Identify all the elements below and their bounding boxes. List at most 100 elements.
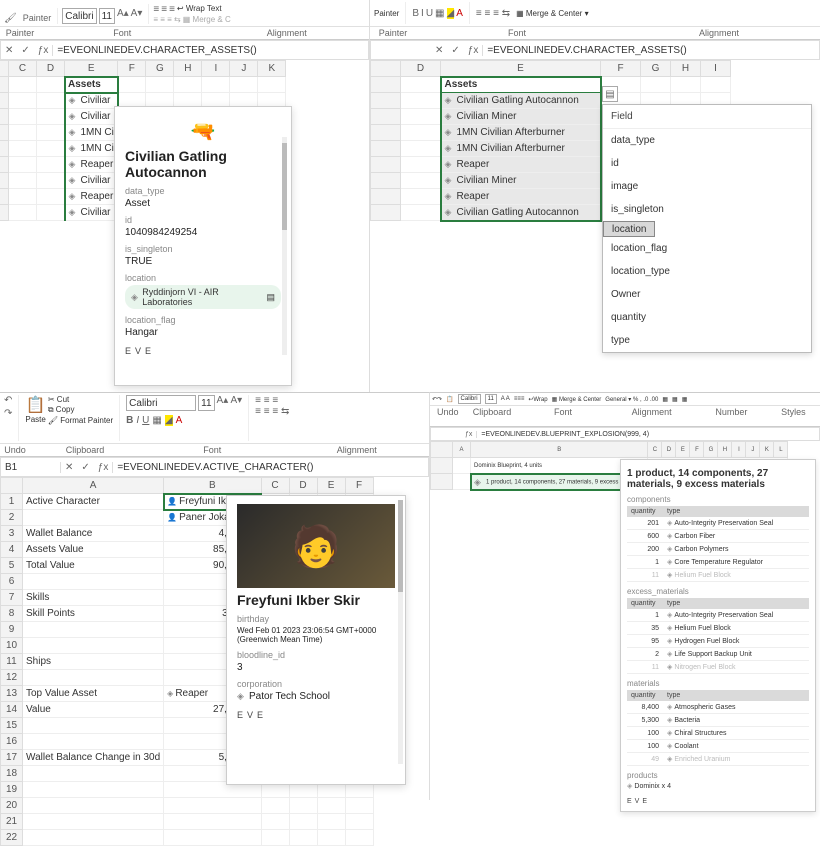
underline-icon[interactable]: U — [426, 8, 433, 19]
asset-cell[interactable]: Reaper — [441, 157, 601, 173]
asset-cell[interactable]: Civilian Miner — [441, 109, 601, 125]
cell-b[interactable] — [164, 814, 261, 830]
font-size-select[interactable]: 11 — [198, 395, 214, 411]
asset-cell[interactable]: 1MN Ci — [65, 141, 118, 157]
val-location-badge[interactable]: Ryddinjorn VI - AIR Laboratories ▤ — [125, 285, 281, 309]
italic-icon[interactable]: I — [421, 8, 424, 19]
fill-color-icon[interactable]: ◢ — [447, 8, 455, 19]
copy-button[interactable]: ⧉ Copy — [48, 405, 113, 415]
font-name-select[interactable]: Calibri — [126, 395, 196, 411]
field-item-is_singleton[interactable]: is_singleton — [603, 198, 811, 221]
italic-icon[interactable]: I — [136, 415, 139, 426]
cancel-icon[interactable]: ✕ — [1, 45, 17, 56]
font-name-select[interactable]: Calibri — [458, 394, 481, 404]
val-corp[interactable]: Pator Tech School — [249, 691, 330, 702]
cell-b[interactable] — [164, 830, 261, 846]
asset-cell[interactable]: Reaper — [65, 157, 118, 173]
field-item-data_type[interactable]: data_type — [603, 129, 811, 152]
name-box[interactable]: B1 — [1, 462, 61, 473]
cell-a[interactable] — [23, 718, 164, 734]
cell-a[interactable] — [23, 734, 164, 750]
cell-a[interactable]: Wallet Balance — [23, 526, 164, 542]
border-icon[interactable]: ▦ — [435, 8, 444, 19]
merge-center-button[interactable]: ▦ Merge & Center ▾ — [516, 9, 589, 18]
card-insert-icon[interactable]: ▤ — [266, 292, 275, 303]
asset-cell[interactable]: Civiliar — [65, 109, 118, 125]
field-item-type[interactable]: type — [603, 329, 811, 352]
bold-icon[interactable]: B — [412, 8, 419, 19]
font-name-select[interactable]: Calibri — [62, 8, 96, 24]
undo-icon[interactable]: ↶ — [4, 395, 12, 406]
cell-a[interactable] — [23, 830, 164, 846]
cell-a[interactable] — [23, 782, 164, 798]
cell-a[interactable] — [23, 574, 164, 590]
field-item-image[interactable]: image — [603, 175, 811, 198]
cell-a[interactable]: Top Value Asset — [23, 686, 164, 702]
paste-icon[interactable]: 📋 — [26, 395, 46, 415]
fx-icon[interactable]: ƒx — [94, 462, 114, 473]
asset-cell[interactable]: 1MN Ci — [65, 125, 118, 141]
asset-cell[interactable]: Reaper — [65, 189, 118, 205]
accept-icon[interactable]: ✓ — [17, 45, 33, 56]
asset-cell[interactable]: 1MN Civilian Afterburner — [441, 141, 601, 157]
cell-a[interactable]: Skills — [23, 590, 164, 606]
formula-input[interactable]: =EVEONLINEDEV.CHARACTER_ASSETS() — [483, 45, 819, 56]
cancel-icon[interactable]: ✕ — [431, 45, 447, 56]
asset-cell[interactable]: Civiliar — [65, 173, 118, 189]
border-icon[interactable]: ▦ — [152, 415, 161, 426]
format-table-button[interactable]: ▦ — [672, 396, 678, 403]
field-item-id[interactable]: id — [603, 152, 811, 175]
merge-center-button[interactable]: ▦ Merge & C — [183, 15, 231, 24]
asset-cell[interactable]: Civiliar — [65, 93, 118, 109]
font-size-select[interactable]: 11 — [99, 8, 115, 24]
cell-a[interactable]: Assets Value — [23, 542, 164, 558]
cut-button[interactable]: ✂ Cut — [48, 395, 113, 404]
formula-input[interactable]: =EVEONLINEDEV.CHARACTER_ASSETS() — [53, 45, 368, 56]
card-scrollbar[interactable] — [398, 500, 403, 764]
field-item-quantity[interactable]: quantity — [603, 306, 811, 329]
asset-cell[interactable]: Civilian Miner — [441, 173, 601, 189]
cell-a[interactable]: Value — [23, 702, 164, 718]
decrease-font-icon[interactable]: A▾ — [131, 8, 143, 24]
wrap-text-button[interactable]: ↩Wrap — [528, 396, 547, 403]
cell-a[interactable] — [23, 510, 164, 526]
cell-a[interactable]: Ships — [23, 654, 164, 670]
assets-header-cell[interactable]: Assets — [65, 77, 118, 93]
cell-styles-button[interactable]: ▦ — [682, 396, 688, 403]
fx-icon[interactable]: ƒx — [34, 45, 54, 56]
underline-icon[interactable]: U — [142, 415, 149, 426]
align-mid-icon[interactable]: ≡ — [161, 4, 167, 15]
fx-icon[interactable]: ƒx — [464, 45, 484, 56]
increase-font-icon[interactable]: A▴ — [117, 8, 129, 24]
asset-cell[interactable]: Reaper — [441, 189, 601, 205]
card-scrollbar[interactable] — [282, 137, 287, 355]
field-item-location_type[interactable]: location_type — [603, 260, 811, 283]
formula-input[interactable]: =EVEONLINEDEV.ACTIVE_CHARACTER() — [113, 462, 428, 473]
field-item-location_flag[interactable]: location_flag — [603, 237, 811, 260]
font-size-select[interactable]: 11 — [485, 394, 497, 404]
asset-cell[interactable]: Civiliar — [65, 205, 118, 221]
asset-cell[interactable]: 1MN Civilian Afterburner — [441, 125, 601, 141]
accept-icon[interactable]: ✓ — [77, 462, 93, 473]
font-color-icon[interactable]: A — [456, 8, 463, 19]
format-painter-button[interactable]: 🖌 Format Painter — [48, 416, 113, 425]
cell-a[interactable]: Active Character — [23, 494, 164, 510]
cell-a[interactable] — [23, 670, 164, 686]
cell-a[interactable] — [23, 622, 164, 638]
align-bot-icon[interactable]: ≡ — [169, 4, 175, 15]
font-color-icon[interactable]: A — [176, 415, 183, 426]
wrap-text-button[interactable]: ↩ Wrap Text — [177, 4, 222, 15]
cond-format-button[interactable]: ▦ — [662, 396, 668, 403]
cell-a[interactable] — [23, 638, 164, 654]
field-item-Owner[interactable]: Owner — [603, 283, 811, 306]
redo-icon[interactable]: ↷ — [4, 408, 12, 419]
paste-icon[interactable]: 📋 — [446, 396, 453, 403]
fill-color-icon[interactable]: ◢ — [165, 415, 173, 426]
bold-icon[interactable]: B — [126, 415, 133, 426]
fx-icon[interactable]: ƒx — [461, 431, 477, 438]
format-painter-icon[interactable]: 🖌 — [4, 13, 17, 24]
cell-a[interactable] — [23, 814, 164, 830]
align-top-icon[interactable]: ≡ — [153, 4, 159, 15]
undo-icon[interactable]: ↶↷ — [432, 396, 442, 403]
cell-a[interactable]: Wallet Balance Change in 30d — [23, 750, 164, 766]
